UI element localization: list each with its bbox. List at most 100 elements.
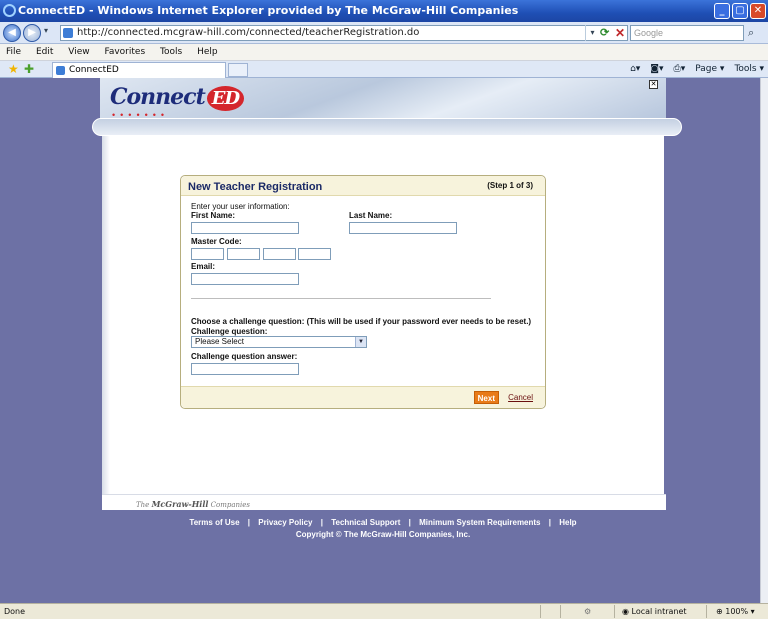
last-name-input[interactable] bbox=[349, 222, 457, 234]
back-button[interactable]: ◀ bbox=[3, 24, 21, 42]
email-input[interactable] bbox=[191, 273, 299, 285]
menu-view[interactable]: View bbox=[68, 47, 89, 57]
status-divider bbox=[614, 605, 615, 618]
forward-button[interactable]: ▶ bbox=[23, 24, 41, 42]
menu-file[interactable]: File bbox=[6, 47, 21, 57]
copyright-text: Copyright © The McGraw-Hill Companies, I… bbox=[295, 530, 471, 539]
brand-name: McGraw-Hill bbox=[151, 499, 209, 509]
requirements-link[interactable]: Minimum System Requirements bbox=[419, 518, 540, 527]
minimize-button[interactable]: _ bbox=[714, 3, 730, 19]
step-indicator: (Step 1 of 3) bbox=[487, 181, 533, 190]
help-link[interactable]: Help bbox=[559, 518, 576, 527]
favorites-star-icon[interactable]: ★ bbox=[8, 62, 19, 76]
tab-connected[interactable]: ConnectED bbox=[52, 62, 226, 78]
print-icon[interactable]: ⎙▾ bbox=[674, 61, 686, 78]
next-button[interactable]: Next bbox=[473, 391, 499, 404]
challenge-question-label: Challenge question: bbox=[191, 327, 268, 336]
feeds-icon[interactable]: ◙▾ bbox=[650, 61, 663, 78]
form-divider bbox=[191, 298, 491, 299]
challenge-selected-value: Please Select bbox=[195, 337, 244, 346]
page-icon bbox=[63, 28, 73, 38]
brand-suffix: Companies bbox=[210, 501, 250, 509]
address-toolbar: ◀ ▶ ▾ http://connected.mcgraw-hill.com/c… bbox=[0, 22, 768, 44]
menu-bar: File Edit View Favorites Tools Help bbox=[0, 44, 768, 61]
challenge-question-select[interactable]: Please Select ▼ bbox=[191, 336, 367, 348]
cancel-link[interactable]: Cancel bbox=[508, 393, 533, 402]
new-tab-button[interactable] bbox=[228, 63, 248, 77]
tab-page-icon bbox=[56, 66, 65, 75]
footer-separator: | bbox=[320, 518, 323, 527]
footer-links: Terms of Use | Privacy Policy | Technica… bbox=[100, 518, 666, 527]
command-bar: ⌂▾ ◙▾ ⎙▾ Page ▾ Tools ▾ bbox=[630, 61, 764, 78]
first-name-input[interactable] bbox=[191, 222, 299, 234]
address-input[interactable]: http://connected.mcgraw-hill.com/connect… bbox=[60, 25, 628, 41]
stop-icon[interactable]: ✕ bbox=[615, 25, 629, 41]
refresh-icon[interactable]: ⟳ bbox=[600, 25, 614, 41]
window-title: ConnectED - Windows Internet Explorer pr… bbox=[18, 4, 519, 17]
tab-bar: ★ ✚ ConnectED ⌂▾ ◙▾ ⎙▾ Page ▾ Tools ▾ bbox=[0, 61, 768, 78]
master-code-input-2[interactable] bbox=[227, 248, 260, 260]
menu-favorites[interactable]: Favorites bbox=[104, 47, 145, 57]
status-divider bbox=[540, 605, 541, 618]
security-icon[interactable]: ⚙ bbox=[584, 604, 591, 619]
footer-separator: | bbox=[408, 518, 411, 527]
chevron-down-icon[interactable]: ▼ bbox=[355, 337, 366, 347]
window-controls: _ ▢ ✕ bbox=[714, 3, 766, 19]
search-icon[interactable]: ⌕ bbox=[748, 25, 766, 41]
challenge-intro: Choose a challenge question: (This will … bbox=[191, 317, 532, 326]
last-name-label: Last Name: bbox=[349, 211, 393, 220]
connected-logo[interactable]: Connect ED bbox=[110, 84, 245, 111]
tab-label: ConnectED bbox=[69, 65, 119, 75]
logo-text: Connect bbox=[110, 84, 206, 110]
tools-menu[interactable]: Tools ▾ bbox=[734, 61, 764, 78]
history-dropdown-icon[interactable]: ▾ bbox=[44, 26, 48, 35]
header-rail bbox=[92, 118, 682, 136]
page-menu[interactable]: Page ▾ bbox=[695, 61, 724, 78]
intro-text: Enter your user information: bbox=[191, 202, 290, 211]
window-title-bar: ConnectED - Windows Internet Explorer pr… bbox=[0, 0, 768, 22]
zone-text[interactable]: ◉ Local intranet bbox=[622, 604, 687, 619]
form-header: New Teacher Registration (Step 1 of 3) bbox=[181, 176, 545, 196]
master-code-input-4[interactable] bbox=[298, 248, 331, 260]
status-divider bbox=[560, 605, 561, 618]
brand-prefix: The bbox=[136, 501, 150, 509]
master-code-label: Master Code: bbox=[191, 237, 242, 246]
footer-brand-strip: The McGraw-Hill Companies bbox=[102, 494, 666, 510]
home-icon[interactable]: ⌂▾ bbox=[630, 61, 640, 78]
email-label: Email: bbox=[191, 262, 216, 271]
footer-brand: The McGraw-Hill Companies bbox=[136, 499, 250, 509]
corner-close-icon[interactable]: ✕ bbox=[649, 80, 658, 89]
master-code-input-1[interactable] bbox=[191, 248, 224, 260]
logo-badge: ED bbox=[206, 86, 245, 111]
first-name-label: First Name: bbox=[191, 211, 236, 220]
menu-help[interactable]: Help bbox=[197, 47, 218, 57]
zoom-level: 100% bbox=[725, 607, 749, 616]
master-code-input-3[interactable] bbox=[263, 248, 296, 260]
status-divider bbox=[706, 605, 707, 618]
page-viewport: Connect ED ••••••• ✕ New Teacher Registra… bbox=[0, 78, 760, 603]
search-input[interactable]: Google bbox=[630, 25, 744, 41]
footer-separator: | bbox=[548, 518, 551, 527]
challenge-answer-input[interactable] bbox=[191, 363, 299, 375]
terms-link[interactable]: Terms of Use bbox=[189, 518, 239, 527]
zone-label: Local intranet bbox=[631, 607, 687, 616]
support-link[interactable]: Technical Support bbox=[331, 518, 400, 527]
privacy-link[interactable]: Privacy Policy bbox=[258, 518, 312, 527]
menu-tools[interactable]: Tools bbox=[160, 47, 182, 57]
address-dropdown-icon[interactable]: ▾ bbox=[585, 25, 599, 41]
form-title: New Teacher Registration bbox=[188, 181, 323, 193]
status-text: Done bbox=[4, 607, 26, 616]
menu-edit[interactable]: Edit bbox=[36, 47, 53, 57]
close-button[interactable]: ✕ bbox=[750, 3, 766, 19]
challenge-answer-label: Challenge question answer: bbox=[191, 352, 298, 361]
ie-logo-icon bbox=[3, 4, 16, 17]
form-footer: Next Cancel bbox=[181, 386, 545, 408]
content-shadow bbox=[102, 136, 110, 494]
status-bar: Done ⚙ ◉ Local intranet ⊕ 100% ▾ bbox=[0, 603, 768, 619]
zoom-control[interactable]: ⊕ 100% ▾ bbox=[716, 604, 755, 619]
add-favorites-icon[interactable]: ✚ bbox=[24, 62, 34, 76]
registration-form: New Teacher Registration (Step 1 of 3) E… bbox=[180, 175, 546, 409]
address-url: http://connected.mcgraw-hill.com/connect… bbox=[77, 27, 420, 38]
vertical-scrollbar[interactable] bbox=[760, 78, 768, 603]
restore-button[interactable]: ▢ bbox=[732, 3, 748, 19]
